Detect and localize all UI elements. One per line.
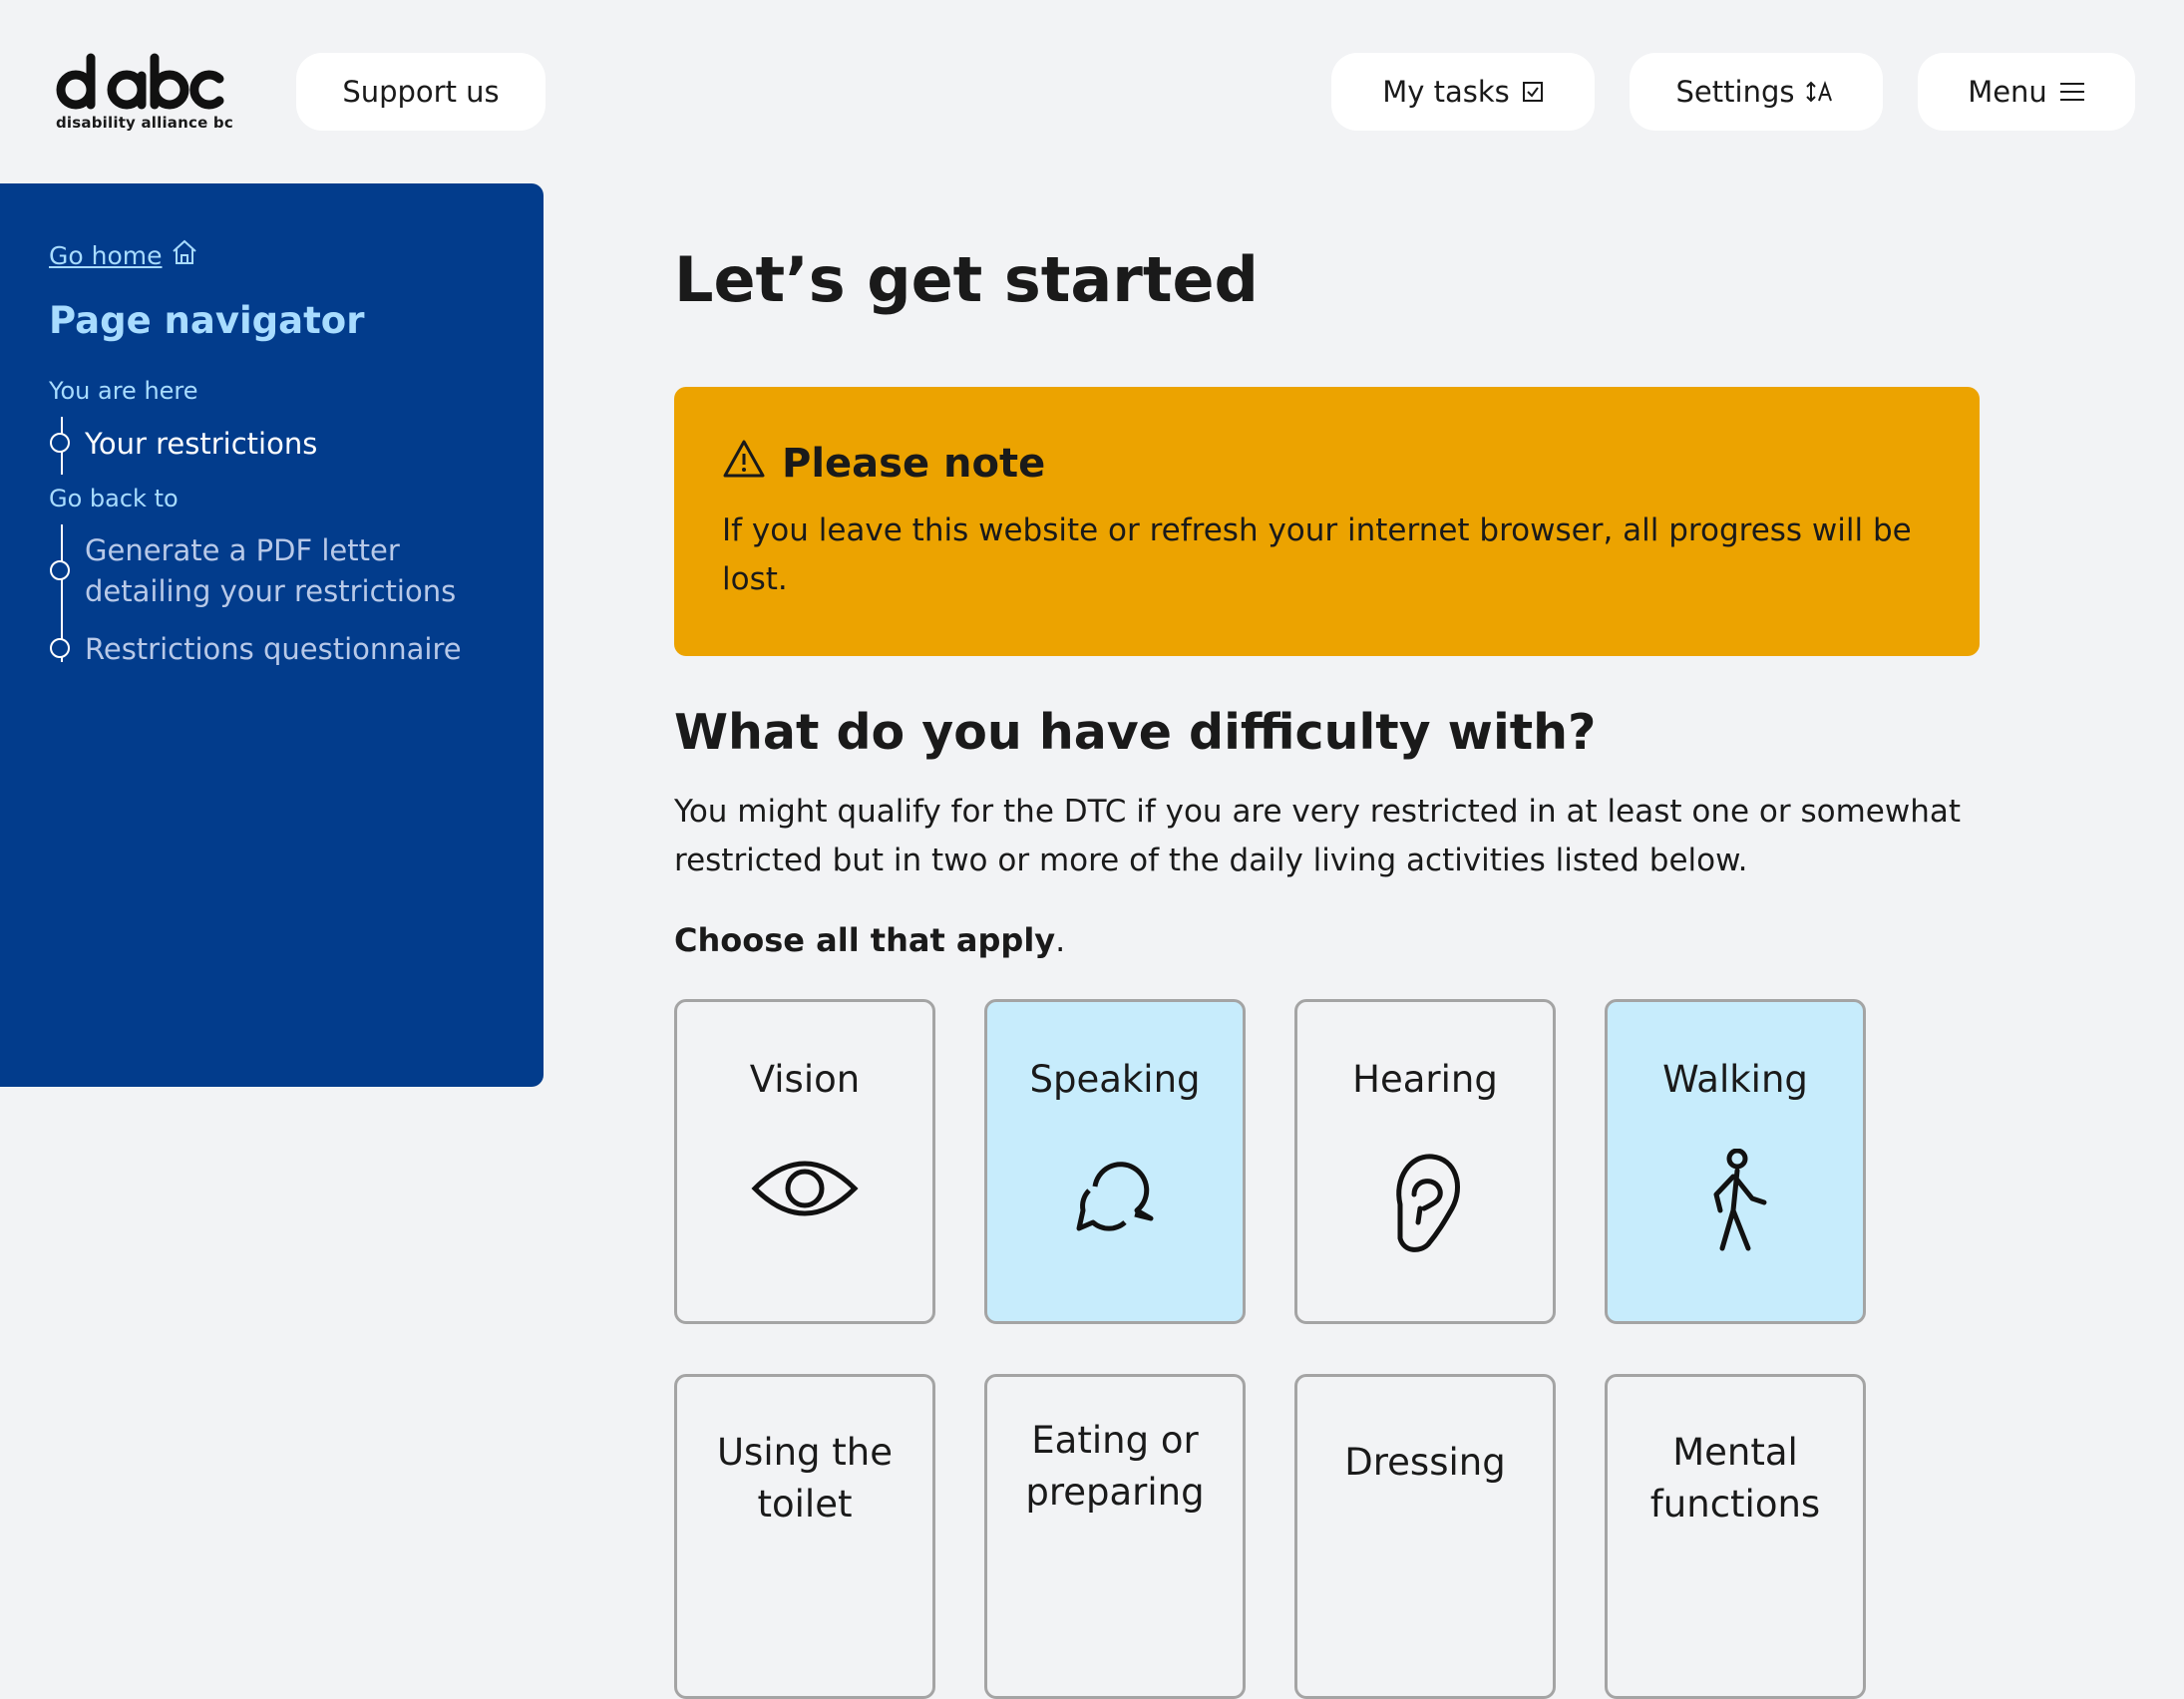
logo-subtitle: disability alliance bc — [56, 114, 233, 132]
option-label: Vision — [749, 1058, 861, 1101]
ear-icon — [1380, 1149, 1470, 1258]
option-label: Eating or preparing — [1025, 1419, 1205, 1514]
settings-button[interactable]: Settings — [1630, 53, 1883, 131]
option-label: Hearing — [1352, 1058, 1498, 1101]
page-navigator-title: Page navigator — [49, 299, 365, 342]
page-navigator-panel: Go home Page navigator You are here Your… — [0, 183, 544, 1087]
choose-instruction: Choose all that apply. — [674, 921, 1065, 959]
choose-instruction-bold: Choose all that apply — [674, 921, 1056, 959]
settings-label: Settings — [1675, 75, 1795, 109]
checkbox-icon — [1522, 81, 1544, 103]
eye-icon — [750, 1149, 860, 1232]
nav-item-generate-pdf[interactable]: Generate a PDF letter detailing your res… — [85, 530, 504, 612]
option-eating-or-preparing[interactable]: Eating or preparing — [984, 1374, 1246, 1699]
support-us-label: Support us — [342, 75, 500, 109]
choose-instruction-end: . — [1055, 921, 1066, 959]
go-home-label: Go home — [49, 240, 163, 270]
my-tasks-label: My tasks — [1382, 75, 1510, 109]
hamburger-icon — [2059, 82, 2085, 102]
option-label: Dressing — [1344, 1441, 1506, 1484]
note-title: Please note — [782, 441, 1046, 487]
menu-button[interactable]: Menu — [1918, 53, 2135, 131]
option-hearing[interactable]: Hearing — [1294, 999, 1556, 1324]
support-us-button[interactable]: Support us — [296, 53, 546, 131]
dabc-logo[interactable]: disability alliance bc — [52, 52, 233, 136]
nav-item-your-restrictions[interactable]: Your restrictions — [85, 424, 317, 465]
option-vision[interactable]: Vision — [674, 999, 935, 1324]
menu-label: Menu — [1968, 75, 2047, 109]
option-dressing[interactable]: Dressing — [1294, 1374, 1556, 1699]
speech-bubbles-icon — [1065, 1149, 1165, 1252]
note-body: If you leave this website or refresh you… — [722, 512, 1912, 597]
option-mental-functions[interactable]: Mental functions — [1605, 1374, 1866, 1699]
go-back-to-label: Go back to — [49, 485, 179, 512]
option-speaking[interactable]: Speaking — [984, 999, 1246, 1324]
warning-icon — [722, 439, 766, 489]
home-icon — [171, 239, 198, 271]
option-label: Mental functions — [1649, 1431, 1821, 1526]
my-tasks-button[interactable]: My tasks — [1331, 53, 1595, 131]
page-title: Let’s get started — [674, 243, 1259, 316]
nav-dot — [50, 560, 70, 580]
nav-dot — [50, 638, 70, 658]
walking-person-icon — [1700, 1148, 1770, 1262]
go-home-link[interactable]: Go home — [49, 239, 198, 271]
question-description: You might qualify for the DTC if you are… — [674, 794, 1961, 878]
option-label: Speaking — [1029, 1058, 1201, 1101]
option-label: Using the toilet — [716, 1431, 894, 1526]
logo-mark — [56, 53, 224, 110]
option-walking[interactable]: Walking — [1605, 999, 1866, 1324]
option-label: Walking — [1662, 1058, 1808, 1101]
text-size-icon — [1806, 80, 1836, 104]
question-heading: What do you have difficulty with? — [674, 704, 1597, 761]
option-using-the-toilet[interactable]: Using the toilet — [674, 1374, 935, 1699]
you-are-here-label: You are here — [49, 377, 198, 405]
please-note-alert: Please note If you leave this website or… — [674, 387, 1980, 656]
nav-item-restrictions-questionnaire[interactable]: Restrictions questionnaire — [85, 629, 462, 670]
nav-dot — [50, 433, 70, 453]
